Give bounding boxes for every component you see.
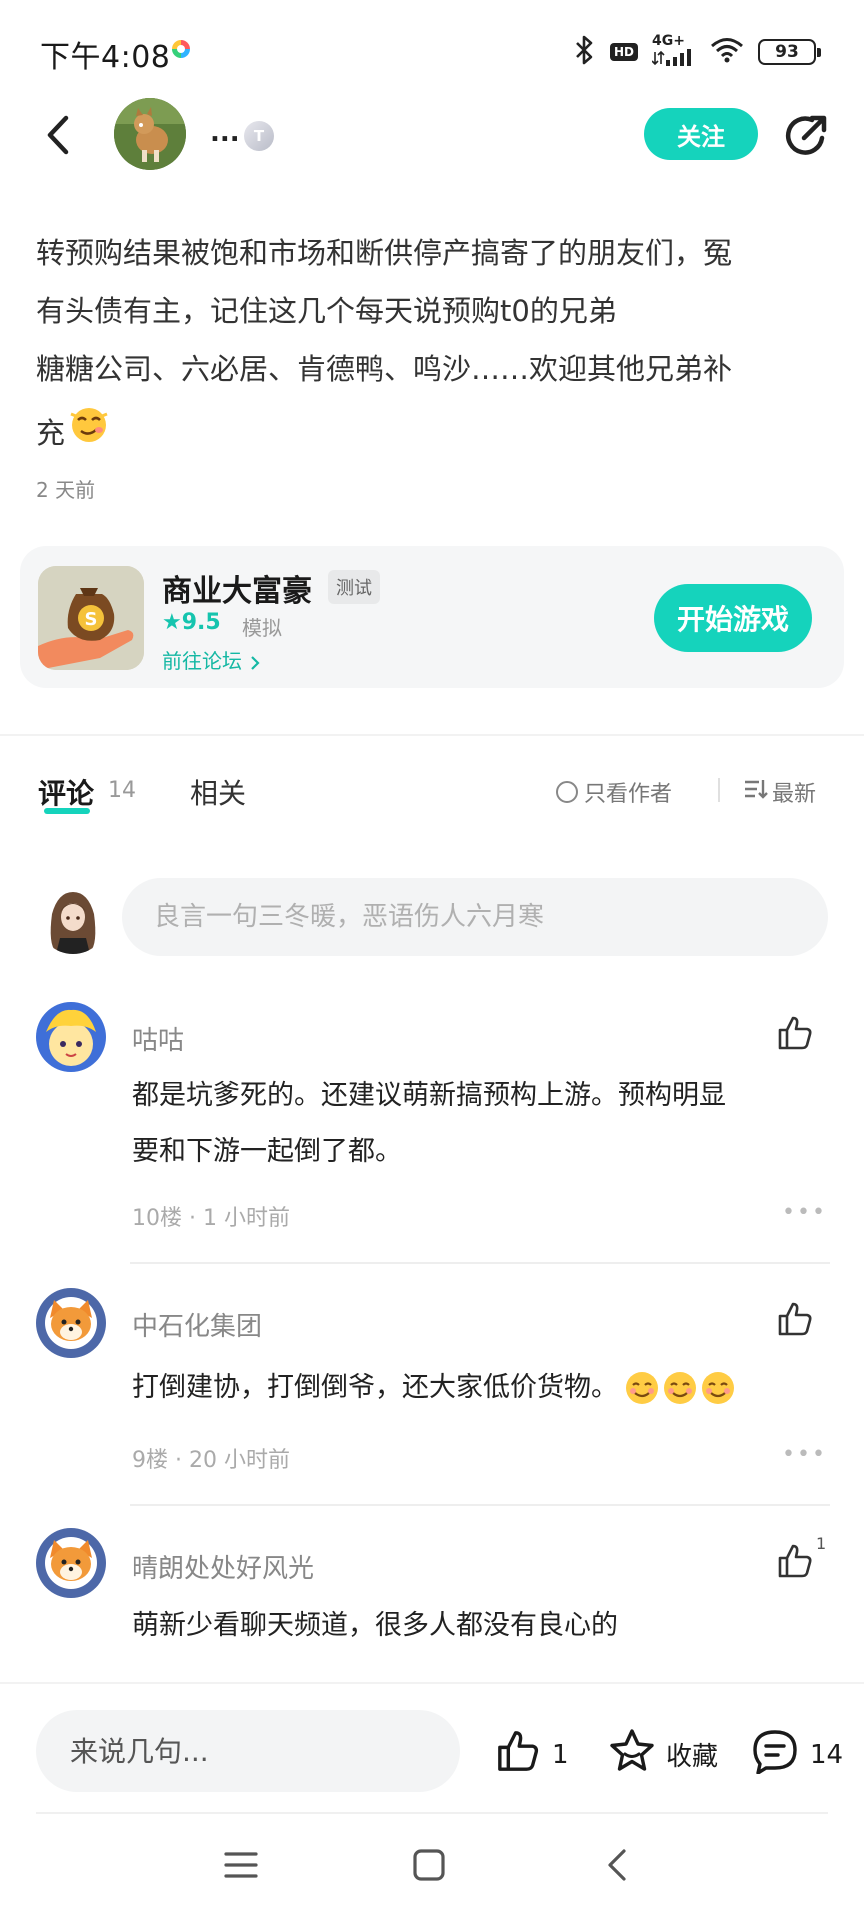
chat-bubble-icon[interactable] [750,1728,800,1781]
smirk-emoji-icon [69,404,109,463]
comment-author[interactable]: 中石化集团 [132,1306,262,1343]
app-notification-icon [170,38,192,60]
nav-back-icon[interactable] [604,1848,630,1886]
comment-line: 都是坑爹死的。还建议萌新搞预构上游。预构明显 [132,1080,726,1111]
favorite-label: 收藏 [666,1742,719,1772]
author-only-toggle[interactable]: 只看作者 [556,776,672,808]
comment-floor: 10楼 [132,1206,182,1231]
follow-button[interactable]: 关注 [644,108,758,160]
thumbs-up-icon[interactable] [776,1300,814,1342]
forum-link-label[interactable]: 前往论坛 [162,649,242,673]
comment-like-count: 1 [816,1534,827,1553]
favorite-button[interactable]: 收藏 [608,1728,718,1781]
thumbs-up-icon[interactable] [494,1728,542,1781]
bluetooth-icon [572,35,596,69]
chevron-right-icon [248,649,262,673]
comment-count: 14 [810,1739,844,1770]
comment-input[interactable] [122,878,828,956]
network-type: 4G+ [652,33,685,49]
star-icon: ★ [162,610,182,635]
status-time: 下午4:08 [40,40,171,75]
game-name[interactable]: 商业大富豪 [162,566,312,610]
battery-indicator: 93 [758,39,821,65]
my-avatar [38,884,108,954]
back-button[interactable] [40,112,80,158]
meta-separator: · [175,1448,189,1473]
comment-meta: 10楼 · 1 小时前 [132,1200,290,1232]
sort-label[interactable]: 最新 [772,776,816,808]
comment-text: 萌新少看聊天频道，很多人都没有良心的 [132,1598,822,1654]
status-icons: HD 4G+ 93 [572,33,821,70]
comment-divider [130,1504,830,1506]
author-name[interactable]: ... [210,118,240,148]
author-avatar[interactable] [114,98,186,170]
thumbs-up-icon[interactable] [776,1014,814,1056]
game-test-tag: 测试 [328,570,380,604]
tab-related[interactable]: 相关 [190,772,246,812]
wifi-icon [710,37,744,67]
like-button[interactable]: 1 [494,1728,569,1781]
tab-comments[interactable]: 评论 [38,772,94,812]
comment-avatar[interactable] [36,1002,106,1072]
tab-comments-count: 14 [108,778,136,803]
level-badge: T [244,121,274,151]
nav-divider [36,1812,828,1814]
svg-text:S: S [85,609,98,630]
comment-floor: 9楼 [132,1448,168,1473]
comment-time: 20 小时前 [189,1448,290,1473]
sort-icon [744,778,768,806]
post-line: 有头债有主，记住这几个每天说预购t0的兄弟 [36,294,617,328]
star-outline-icon[interactable] [608,1728,656,1781]
like-count: 1 [552,1739,569,1770]
game-rating: ★9.5 [162,610,221,635]
meta-separator: · [189,1206,203,1231]
sort-button[interactable]: 最新 [744,776,816,808]
post-content: 转预购结果被饱和市场和断供停产搞寄了的朋友们，冤 有头债有主，记住这几个每天说预… [36,224,836,468]
active-tab-indicator [44,808,90,814]
post-line: 充 [36,416,66,450]
comment-avatar[interactable] [36,1288,106,1358]
radio-circle-icon[interactable] [556,781,578,803]
game-genre: 模拟 [242,616,282,640]
comment-author[interactable]: 咕咕 [132,1020,184,1057]
comment-time: 1 小时前 [203,1206,290,1231]
blush-emoji-icon [624,1370,736,1406]
game-rating-value: 9.5 [181,610,221,635]
comment-line: 要和下游一起倒了都。 [132,1136,402,1167]
forum-link[interactable]: 前往论坛 [162,645,262,674]
bottom-bar-divider [0,1682,864,1684]
author-only-label[interactable]: 只看作者 [584,776,672,808]
signal-icon [651,48,696,70]
more-options-icon[interactable]: ••• [782,1200,827,1225]
more-options-icon[interactable]: ••• [782,1442,827,1467]
comment-divider [130,1262,830,1264]
menu-icon[interactable] [224,1850,258,1884]
comment-avatar[interactable] [36,1528,106,1598]
comment-text: 都是坑爹死的。还建议萌新搞预构上游。预构明显 要和下游一起倒了都。 [132,1068,822,1180]
share-icon[interactable] [782,112,830,160]
sort-separator [718,778,720,802]
post-line: 糖糖公司、六必居、肯德鸭、鸣沙……欢迎其他兄弟补 [36,352,733,386]
comment-text: 打倒建协，打倒倒爷，还大家低价货物。 [132,1360,822,1416]
comment-line: 萌新少看聊天频道，很多人都没有良心的 [132,1610,618,1641]
comments-button[interactable]: 14 [750,1728,843,1781]
comment-line: 打倒建协，打倒倒爷，还大家低价货物。 [132,1372,618,1403]
comment-author[interactable]: 晴朗处处好风光 [132,1548,314,1585]
hd-badge: HD [609,43,638,61]
post-line: 转预购结果被饱和市场和断供停产搞寄了的朋友们，冤 [36,236,733,270]
thumbs-up-icon[interactable] [776,1542,814,1584]
game-icon[interactable]: S [38,566,144,670]
quick-reply-input[interactable] [36,1710,460,1792]
start-game-button[interactable]: 开始游戏 [654,584,812,652]
section-divider [0,734,864,736]
comment-meta: 9楼 · 20 小时前 [132,1442,290,1474]
post-time: 2 天前 [36,478,96,502]
home-icon[interactable] [412,1848,446,1886]
